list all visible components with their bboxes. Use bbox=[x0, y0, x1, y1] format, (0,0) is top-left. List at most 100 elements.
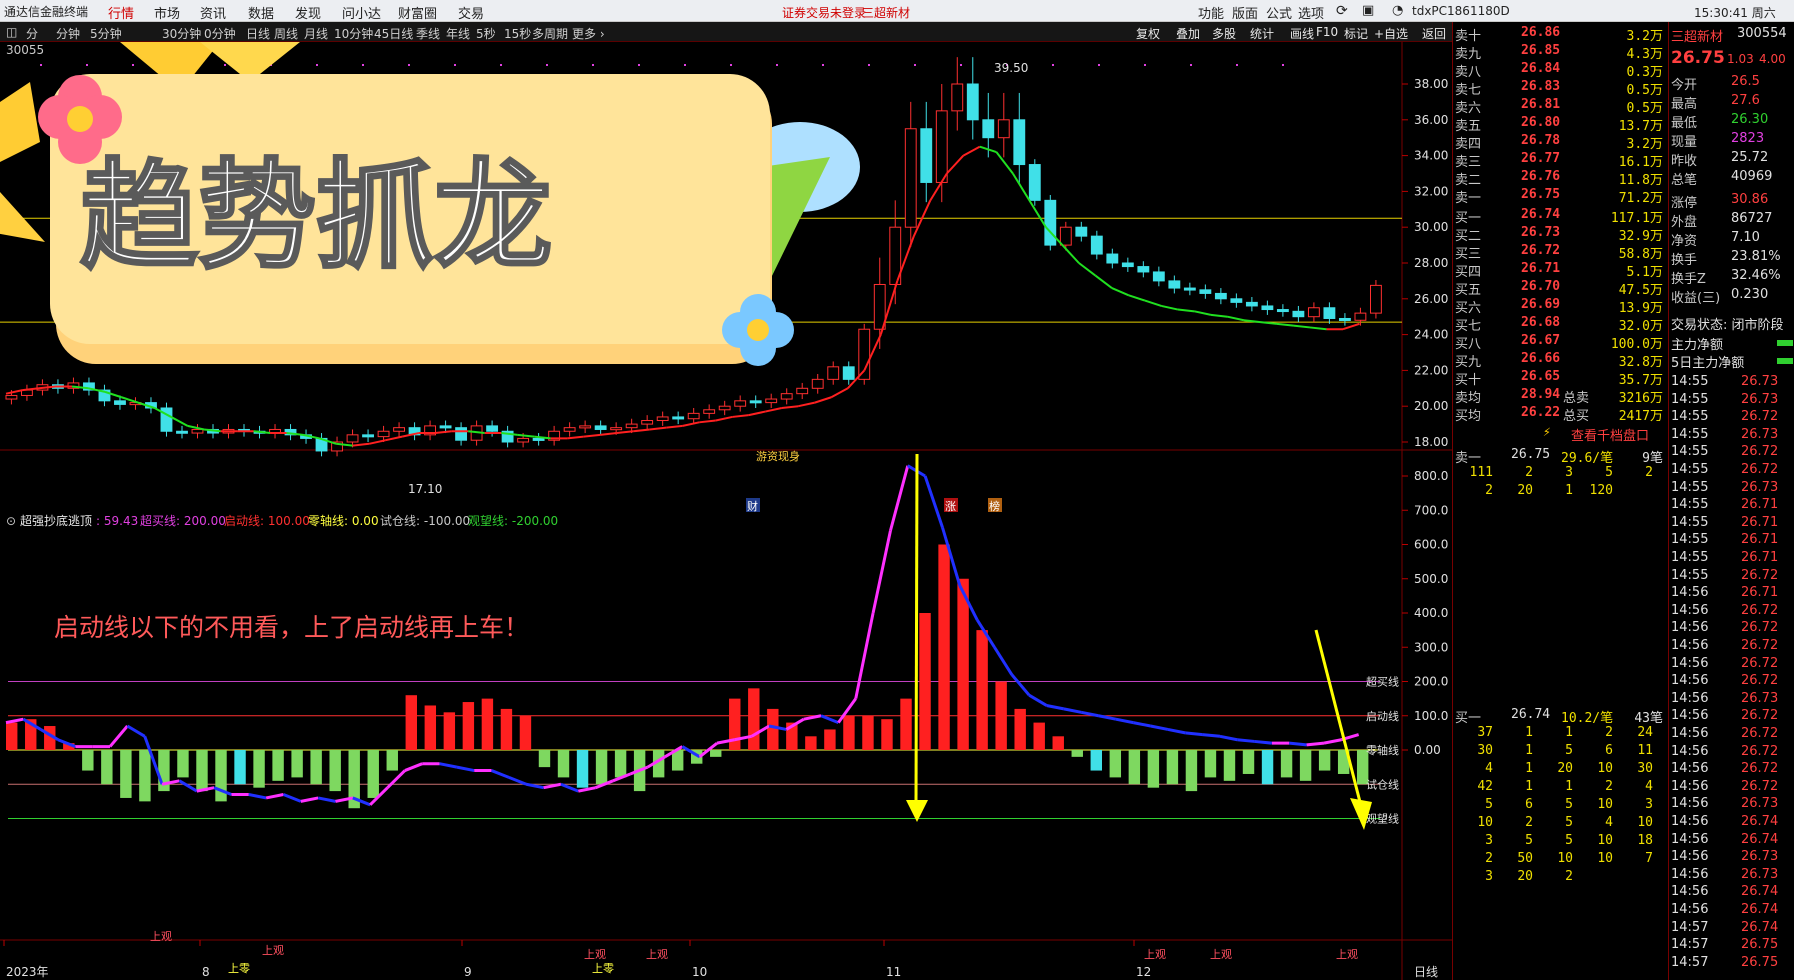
full-depth-text[interactable]: 查看千档盘口 bbox=[1571, 425, 1649, 444]
tab-period[interactable]: 年线 bbox=[446, 25, 470, 42]
signal-label: 上零 bbox=[592, 962, 614, 975]
level-grid-cell: 3 bbox=[1485, 833, 1493, 848]
tab-period[interactable]: 5秒 bbox=[476, 25, 496, 42]
candle-body bbox=[796, 387, 809, 395]
tick-time: 14:55 bbox=[1671, 514, 1709, 530]
indicator-tick-label: 400.0 bbox=[1414, 606, 1448, 620]
bid-row[interactable]: 买二 26.73 32.9万 bbox=[1453, 224, 1669, 244]
tab-period[interactable]: 季线 bbox=[416, 25, 440, 42]
menu-quotes[interactable]: 行情 bbox=[108, 3, 134, 22]
tool-back[interactable]: 返回 bbox=[1422, 25, 1446, 42]
tool-draw[interactable]: 画线 bbox=[1290, 25, 1314, 42]
ask-row[interactable]: 卖一 26.75 71.2万 bbox=[1453, 186, 1669, 206]
full-depth-link[interactable]: ⚡ 查看千档盘口 bbox=[1453, 424, 1669, 444]
tab-period[interactable]: 分钟 bbox=[56, 25, 80, 42]
quote-value: 27.6 bbox=[1731, 93, 1760, 108]
ask-row[interactable]: 卖七 26.83 0.5万 bbox=[1453, 78, 1669, 98]
bid-row[interactable]: 买九 26.66 32.8万 bbox=[1453, 350, 1669, 370]
histogram-bar bbox=[386, 750, 398, 771]
level-grid-cell: 20 bbox=[1517, 869, 1533, 884]
tool-adjust[interactable]: 复权 bbox=[1136, 25, 1160, 42]
menu-news[interactable]: 资讯 bbox=[200, 3, 226, 22]
tick-time: 14:56 bbox=[1671, 655, 1709, 671]
ask-row[interactable]: 卖三 26.77 16.1万 bbox=[1453, 150, 1669, 170]
quote-label: 换手 bbox=[1671, 253, 1698, 268]
tick-price: 26.72 bbox=[1741, 673, 1779, 689]
refresh-icon[interactable]: ⟳ bbox=[1336, 3, 1348, 19]
quote-value: 86727 bbox=[1731, 211, 1773, 226]
bid-row[interactable]: 买一 26.74 117.1万 bbox=[1453, 206, 1669, 226]
tab-period[interactable]: 30分钟 bbox=[162, 25, 201, 42]
menu-ask[interactable]: 问小达 bbox=[342, 3, 381, 22]
tool-overlay[interactable]: 叠加 bbox=[1176, 25, 1200, 42]
ma-segment bbox=[1309, 326, 1327, 331]
ask-row[interactable]: 卖十 26.86 3.2万 bbox=[1453, 24, 1669, 44]
image-icon[interactable]: ▣ bbox=[1362, 3, 1374, 18]
histogram-bar bbox=[215, 750, 227, 802]
menu-options[interactable]: 选项 bbox=[1298, 3, 1324, 22]
menu-function[interactable]: 功能 bbox=[1198, 3, 1224, 22]
menu-data[interactable]: 数据 bbox=[248, 3, 274, 22]
bell-icon[interactable]: ◔ bbox=[1392, 3, 1403, 18]
signal-label: 上观 bbox=[1336, 948, 1358, 961]
bid-row[interactable]: 买十 26.65 35.7万 bbox=[1453, 368, 1669, 388]
book-price: 26.86 bbox=[1521, 25, 1561, 40]
marker-dot bbox=[454, 64, 456, 66]
login-notice[interactable]: 证券交易未登录 bbox=[782, 4, 866, 21]
candle-body bbox=[176, 430, 188, 434]
tool-stats[interactable]: 统计 bbox=[1250, 25, 1274, 42]
chart-toolbar: 复权 叠加 多股 统计 画线 F10 标记 +自选 返回 bbox=[1136, 22, 1452, 42]
tool-add-watch[interactable]: +自选 bbox=[1374, 25, 1408, 42]
marker-dot bbox=[86, 64, 88, 66]
tick-time: 14:56 bbox=[1671, 638, 1709, 653]
ask-row[interactable]: 卖九 26.85 4.3万 bbox=[1453, 42, 1669, 62]
ask-row[interactable]: 卖二 26.76 11.8万 bbox=[1453, 168, 1669, 188]
summary-value: 28.94 bbox=[1521, 387, 1561, 402]
tab-period[interactable]: 0分钟 bbox=[204, 25, 236, 42]
bid-row[interactable]: 买六 26.69 13.9万 bbox=[1453, 296, 1669, 316]
bid-row[interactable]: 买三 26.72 58.8万 bbox=[1453, 242, 1669, 262]
tool-mark[interactable]: 标记 bbox=[1344, 25, 1368, 42]
menu-formula[interactable]: 公式 bbox=[1266, 3, 1292, 22]
menu-wealth[interactable]: 财富圈 bbox=[398, 3, 437, 22]
tool-multi[interactable]: 多股 bbox=[1212, 25, 1236, 42]
bid-row[interactable]: 买七 26.68 32.0万 bbox=[1453, 314, 1669, 334]
bid-row[interactable]: 买四 26.71 5.1万 bbox=[1453, 260, 1669, 280]
menu-market[interactable]: 市场 bbox=[154, 3, 180, 22]
tool-f10[interactable]: F10 bbox=[1316, 25, 1338, 39]
tab-period[interactable]: 日线 bbox=[246, 25, 270, 42]
tab-period[interactable]: 10分钟 bbox=[334, 25, 373, 42]
tab-period[interactable]: 月线 bbox=[304, 25, 328, 42]
tab-period[interactable]: 45日线 bbox=[374, 25, 413, 42]
tab-period[interactable]: 5分钟 bbox=[90, 25, 122, 42]
layout-icon[interactable]: ◫ bbox=[6, 25, 17, 39]
ask-row[interactable]: 卖六 26.81 0.5万 bbox=[1453, 96, 1669, 116]
ask-row[interactable]: 卖四 26.78 3.2万 bbox=[1453, 132, 1669, 152]
marker-dot bbox=[684, 64, 686, 66]
book-price: 26.72 bbox=[1521, 243, 1561, 258]
ma-segment bbox=[830, 387, 849, 399]
ma-segment bbox=[1210, 313, 1228, 318]
bid-row[interactable]: 买五 26.70 47.5万 bbox=[1453, 278, 1669, 298]
bid-row[interactable]: 买八 26.67 100.0万 bbox=[1453, 332, 1669, 352]
tab-period[interactable]: 多周期 bbox=[532, 25, 568, 42]
ma-segment bbox=[946, 154, 965, 175]
summary-label: 总买 bbox=[1563, 409, 1590, 424]
menu-trade[interactable]: 交易 bbox=[458, 3, 484, 22]
menu-discover[interactable]: 发现 bbox=[295, 3, 321, 22]
tab-period-more[interactable]: 更多 › bbox=[572, 25, 605, 42]
ma-segment bbox=[600, 432, 617, 436]
marker-dot bbox=[960, 64, 962, 66]
candle-body bbox=[951, 83, 964, 112]
menu-layout[interactable]: 版面 bbox=[1232, 3, 1258, 22]
collapse-icon[interactable]: ⊙ bbox=[6, 514, 16, 528]
tab-period[interactable]: 15秒 bbox=[504, 25, 531, 42]
tab-period[interactable]: 周线 bbox=[274, 25, 298, 42]
ask-row[interactable]: 卖五 26.80 13.7万 bbox=[1453, 114, 1669, 134]
candle-body bbox=[1121, 262, 1134, 268]
tab-period[interactable]: 分 bbox=[26, 25, 38, 42]
ask-row[interactable]: 卖八 26.84 0.3万 bbox=[1453, 60, 1669, 80]
kline-chart[interactable]: 30055 38.00 36.00 34.00 32.00 30.00 28.00 26.0… bbox=[0, 42, 1452, 980]
book-price: 26.65 bbox=[1521, 369, 1561, 384]
signal-label: 上观 bbox=[1144, 948, 1166, 961]
